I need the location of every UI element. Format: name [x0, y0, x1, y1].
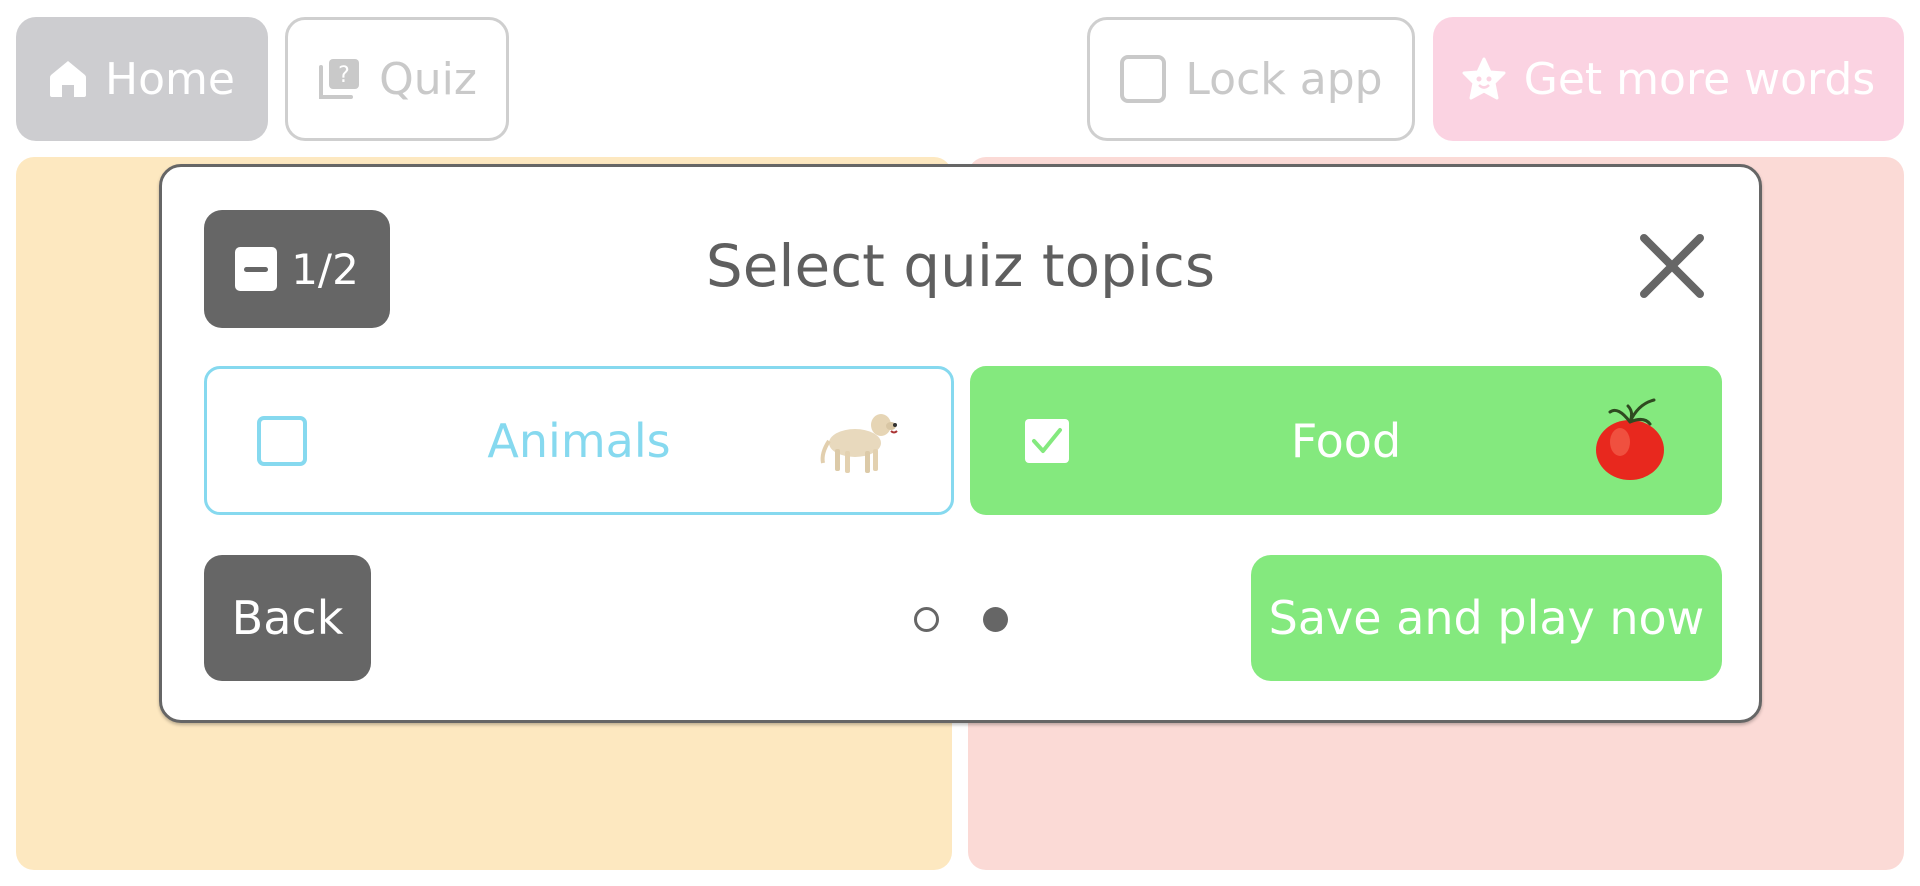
save-and-play-button[interactable]: Save and play now [1251, 555, 1722, 681]
topic-animals[interactable]: Animals [204, 366, 954, 515]
home-icon [49, 59, 87, 99]
topic-food[interactable]: Food [970, 366, 1722, 515]
quiz-button[interactable]: ? Quiz [285, 17, 509, 141]
quiz-icon: ? [317, 57, 361, 101]
pagination-dots [914, 607, 1008, 632]
svg-text:?: ? [338, 63, 350, 88]
dialog-title: Select quiz topics [705, 232, 1216, 300]
star-face-icon [1462, 57, 1506, 101]
checkbox-icon [1119, 54, 1167, 104]
back-button[interactable]: Back [204, 555, 371, 681]
select-topics-dialog: 1/2 Select quiz topics Animals Food Back… [159, 164, 1762, 723]
tomato-image [1588, 398, 1672, 482]
page-dot-1[interactable] [914, 607, 939, 632]
lock-app-toggle[interactable]: Lock app [1087, 17, 1415, 141]
page-dot-2-active[interactable] [983, 607, 1008, 632]
home-button[interactable]: Home [16, 17, 268, 141]
get-more-words-label: Get more words [1523, 53, 1876, 105]
dog-image [817, 401, 901, 485]
app-screen: Home ? Quiz Lock app Get more words 1/2 … [0, 0, 1920, 886]
home-label: Home [105, 53, 235, 105]
get-more-words-button[interactable]: Get more words [1433, 17, 1904, 141]
quiz-label: Quiz [379, 53, 477, 105]
close-button[interactable] [1628, 222, 1716, 310]
close-icon [1640, 234, 1704, 298]
lock-app-label: Lock app [1185, 53, 1383, 105]
